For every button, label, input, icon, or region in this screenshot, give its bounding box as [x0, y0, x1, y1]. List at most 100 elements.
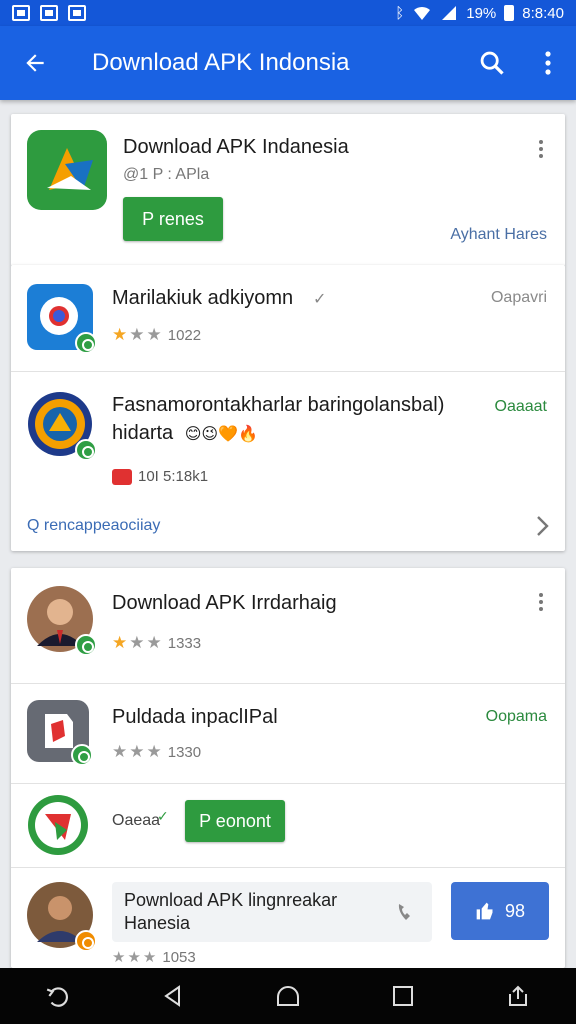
- app-icon: [27, 391, 97, 461]
- more-vert-icon: [545, 51, 551, 75]
- app-list-card: Download APK Irrdarhaig ★★★ 1333 Puldada …: [11, 568, 565, 968]
- item-status: Oapavri: [490, 289, 547, 306]
- star-icon: ★: [112, 325, 130, 344]
- item-meta: 10I 5:18k1: [112, 468, 208, 485]
- rating-count: 1333: [167, 635, 202, 652]
- app-bar: Download APK Indonsia: [0, 26, 576, 100]
- item-title-line2: Hanesia: [124, 913, 191, 933]
- notification-icon: [40, 5, 58, 21]
- avatar: [27, 586, 97, 656]
- app-icon: [27, 794, 89, 856]
- star-icon: ★: [146, 633, 164, 652]
- back-nav-button[interactable]: [143, 968, 203, 1024]
- app-header-card: Download APK Indanesia @1 P : APla P ren…: [11, 114, 565, 266]
- home-icon: [276, 986, 299, 1006]
- install-badge-icon: [71, 744, 93, 766]
- app-title: Download APK Indanesia: [123, 136, 349, 158]
- install-badge-icon: [75, 332, 97, 354]
- list-item[interactable]: Marilakiuk adkiyomn ✓ Oapavri ★★★ 1022: [11, 265, 565, 372]
- notification-icon: [12, 5, 30, 21]
- check-icon: ✓: [157, 808, 169, 824]
- app-icon: [27, 700, 93, 766]
- item-label: Oaeaa: [112, 812, 161, 829]
- star-icon: ★: [127, 949, 143, 966]
- list-item[interactable]: Pownload APK lingnreakar Hanesia 98 ★★★ 1…: [11, 868, 565, 968]
- rating-stars: ★★★ 1053: [112, 948, 196, 966]
- star-icon: ★: [112, 633, 130, 652]
- thumbs-up-icon: [476, 902, 493, 920]
- recents-nav-button[interactable]: [373, 968, 433, 1024]
- see-more-text: Q rencappeaociiay: [27, 517, 161, 534]
- app-subtitle: @1 P : APla: [123, 166, 210, 183]
- star-icon: ★: [112, 742, 130, 761]
- app-list-card: Marilakiuk adkiyomn ✓ Oapavri ★★★ 1022 Fa…: [11, 265, 565, 551]
- developer-link[interactable]: Ayhant Hares: [450, 226, 547, 244]
- avatar: [27, 882, 97, 952]
- verified-icon: ✓: [313, 291, 327, 308]
- star-icon: ★: [129, 633, 147, 652]
- share-nav-button[interactable]: [488, 968, 548, 1024]
- rotate-button[interactable]: [28, 968, 88, 1024]
- install-badge-icon: [75, 634, 97, 656]
- list-item[interactable]: Download APK Irrdarhaig ★★★ 1333: [11, 568, 565, 684]
- triangle-back-icon: [164, 985, 180, 1007]
- rating-stars: ★★★ 1333: [112, 633, 201, 653]
- clock: 8:8:40: [522, 4, 564, 22]
- item-title: Puldada inpaclIPal: [112, 706, 278, 728]
- item-status: Oopama: [485, 708, 547, 725]
- item-status: Oaaaat: [494, 398, 547, 415]
- list-item[interactable]: Fasnamorontakharlar baringolansbal) hida…: [11, 372, 565, 494]
- item-title: Download APK Irrdarhaig: [112, 592, 337, 614]
- home-nav-button[interactable]: [258, 968, 318, 1024]
- status-bar: ᛒ 19% 8:8:40: [0, 0, 576, 26]
- photo-app-icon: [28, 795, 88, 855]
- square-recents-icon: [393, 986, 414, 1006]
- app-icon[interactable]: [27, 130, 107, 210]
- see-more-row[interactable]: Q rencappeaociiay: [11, 507, 565, 551]
- item-menu-button[interactable]: [539, 593, 543, 614]
- install-badge-icon: [75, 930, 97, 952]
- rating-count: 1330: [167, 744, 202, 761]
- search-icon: [480, 51, 504, 75]
- emoji-decoration: 😊😉🧡🔥: [184, 426, 258, 443]
- battery-icon: [504, 5, 515, 21]
- like-count: 98: [504, 900, 526, 921]
- rating-stars: ★★★ 1022: [112, 325, 201, 345]
- item-title-line2: hidarta 😊😉🧡🔥: [112, 422, 258, 445]
- item-title: Fasnamorontakharlar baringolansbal): [112, 394, 445, 416]
- open-button[interactable]: P eonont: [185, 800, 285, 842]
- star-icon: ★: [129, 325, 147, 344]
- install-button[interactable]: P renes: [123, 197, 223, 241]
- star-icon: ★: [146, 742, 164, 761]
- app-icon: [27, 284, 97, 354]
- share-icon: [509, 985, 528, 1006]
- star-icon: ★: [129, 742, 147, 761]
- system-nav-bar: [0, 968, 576, 1024]
- install-button-label: P renes: [142, 208, 204, 229]
- item-title-line2-text: hidarta: [112, 422, 174, 444]
- video-icon: [112, 468, 132, 485]
- star-icon: ★: [146, 325, 164, 344]
- overflow-menu-button[interactable]: [520, 26, 576, 100]
- star-icon: ★: [112, 949, 128, 966]
- like-button[interactable]: 98: [451, 882, 549, 940]
- install-badge-icon: [75, 439, 97, 461]
- open-button-label: P eonont: [199, 810, 271, 831]
- star-icon: ★: [142, 949, 159, 966]
- item-title: Marilakiuk adkiyomn: [112, 287, 294, 309]
- wifi-icon: [414, 6, 431, 20]
- rating-stars: ★★★ 1330: [112, 742, 201, 762]
- list-item[interactable]: Oaeaa ✓ P eonont: [11, 784, 565, 868]
- search-button[interactable]: [464, 26, 520, 100]
- item-text-box: Pownload APK lingnreakar Hanesia: [112, 882, 432, 942]
- item-title: Pownload APK lingnreakar: [124, 890, 338, 910]
- rating-count: 1022: [167, 327, 202, 344]
- list-item[interactable]: Puldada inpaclIPal Oopama ★★★ 1330: [11, 684, 565, 784]
- bluetooth-icon: ᛒ: [395, 4, 405, 22]
- chevron-right-icon: [537, 516, 549, 536]
- card-menu-button[interactable]: [539, 140, 543, 161]
- rotate-icon: [46, 987, 68, 1007]
- back-button[interactable]: [0, 26, 70, 100]
- signal-icon: [442, 6, 457, 20]
- phone-icon: [398, 904, 410, 920]
